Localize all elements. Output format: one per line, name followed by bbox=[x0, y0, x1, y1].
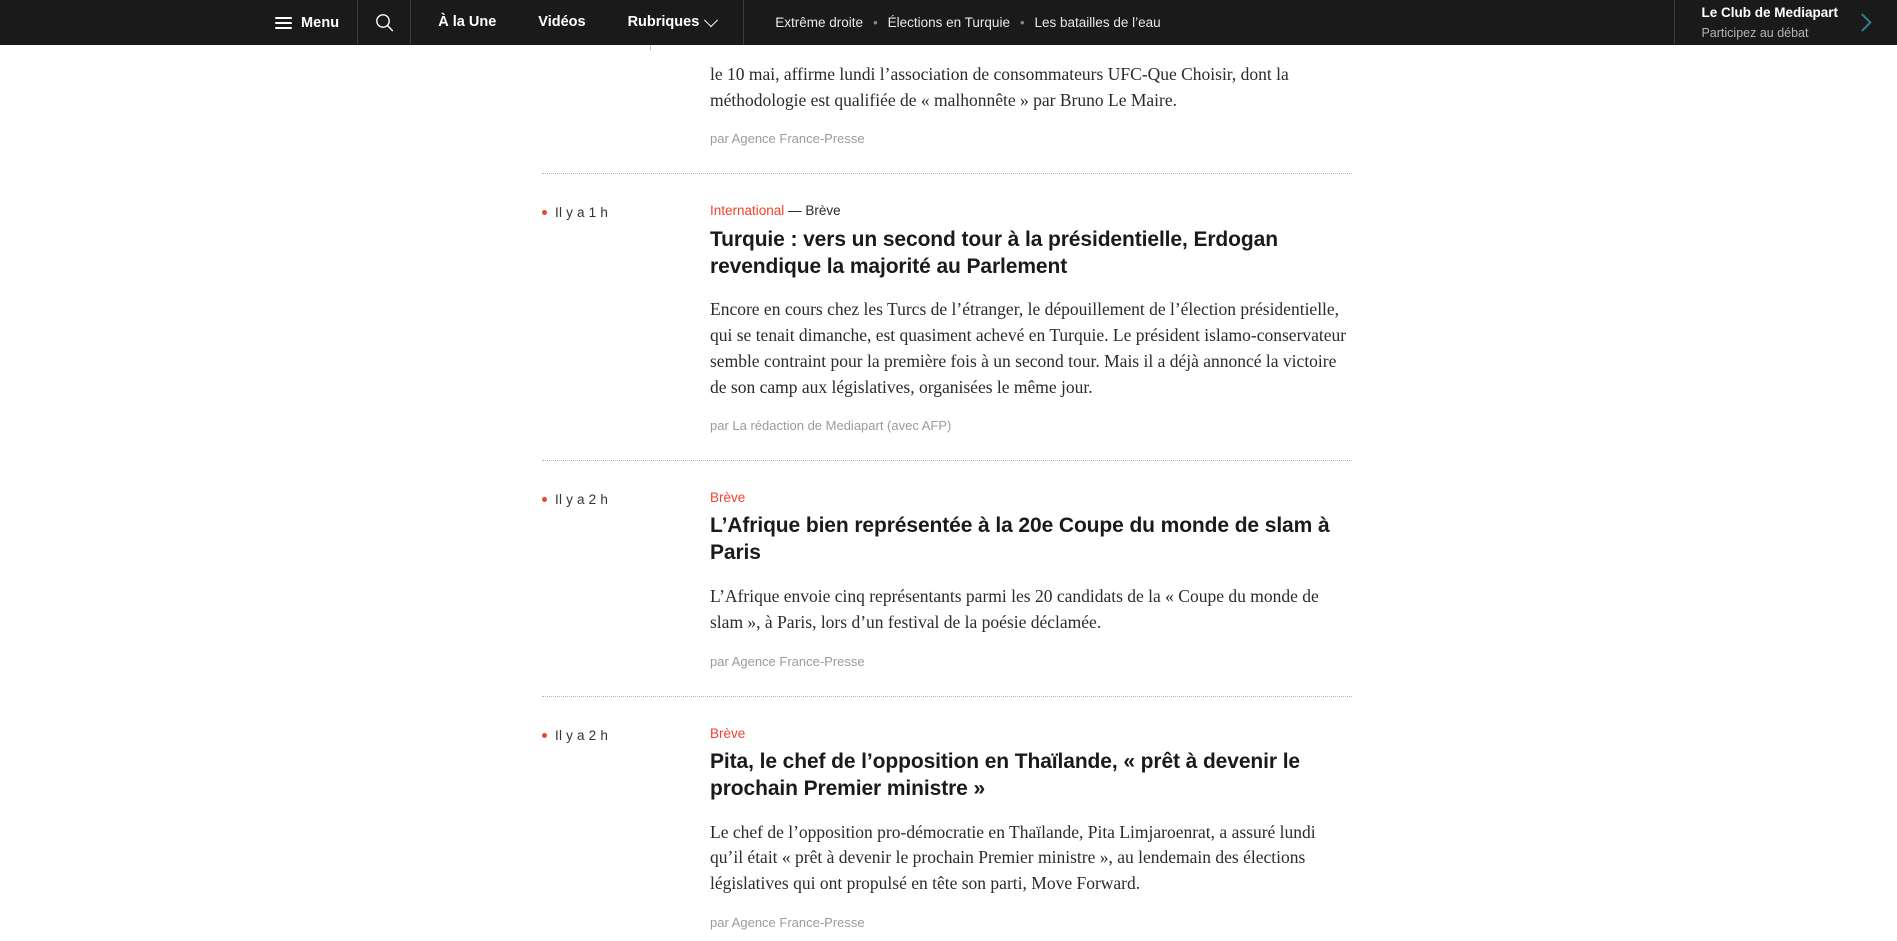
topic-label: Élections en Turquie bbox=[887, 15, 1010, 30]
nav-label: À la Une bbox=[438, 14, 497, 30]
article-meta: Il y a 1 h bbox=[542, 203, 710, 220]
nav-item-videos[interactable]: Vidéos bbox=[517, 0, 606, 45]
search-icon bbox=[375, 13, 394, 32]
article-headline[interactable]: Turquie : vers un second tour à la prési… bbox=[710, 227, 1352, 281]
article-divider bbox=[542, 173, 1352, 175]
article-list-item[interactable]: le 10 mai, affirme lundi l’association d… bbox=[542, 45, 1352, 146]
nav-label: Rubriques bbox=[627, 14, 700, 30]
kicker-dash: — bbox=[788, 203, 802, 219]
header-left-spacer bbox=[0, 0, 265, 45]
chevron-right-icon bbox=[1853, 13, 1872, 32]
article-excerpt: le 10 mai, affirme lundi l’association d… bbox=[710, 64, 1289, 110]
site-header: Menu À la Une Vidéos Rubriques Extrême d… bbox=[0, 0, 1897, 45]
topic-label: Extrême droite bbox=[775, 15, 864, 30]
header-right: Le Club de Mediapart Participez au débat bbox=[1674, 0, 1897, 45]
article-content: Brève Pita, le chef de l’opposition en T… bbox=[710, 726, 1352, 930]
nav-label: Vidéos bbox=[538, 14, 586, 30]
topics-nav: Extrême droite • Élections en Turquie • … bbox=[744, 0, 1183, 45]
article-headline[interactable]: L’Afrique bien représentée à la 20e Coup… bbox=[710, 513, 1352, 567]
article-content: Brève L’Afrique bien représentée à la 20… bbox=[710, 490, 1352, 668]
primary-nav: À la Une Vidéos Rubriques bbox=[411, 0, 743, 45]
nav-item-rubriques[interactable]: Rubriques bbox=[607, 0, 738, 45]
topic-label: Les batailles de l’eau bbox=[1034, 15, 1161, 30]
column-rule bbox=[650, 45, 651, 51]
article-byline: par Agence France-Presse bbox=[710, 131, 865, 147]
article-excerpt: L’Afrique envoie cinq représentants parm… bbox=[710, 586, 1319, 632]
menu-button[interactable]: Menu bbox=[265, 0, 357, 45]
article-headline-link[interactable]: Turquie : vers un second tour à la prési… bbox=[710, 228, 1278, 278]
article-meta: Il y a 2 h bbox=[542, 490, 710, 507]
menu-button-label: Menu bbox=[301, 14, 340, 31]
article-divider bbox=[542, 460, 1352, 462]
topic-extreme-droite[interactable]: Extrême droite bbox=[766, 15, 872, 30]
article-kicker: International — Brève bbox=[710, 203, 1352, 219]
new-marker-icon bbox=[542, 210, 547, 216]
article-type: Brève bbox=[805, 203, 841, 219]
article-byline: par La rédaction de Mediapart (avec AFP) bbox=[710, 418, 952, 434]
club-subtitle: Participez au débat bbox=[1701, 25, 1809, 40]
hamburger-icon bbox=[275, 16, 292, 29]
article-headline[interactable]: Pita, le chef de l’opposition en Thaïlan… bbox=[710, 749, 1352, 803]
new-marker-icon bbox=[542, 497, 547, 503]
article-excerpt: Le chef de l’opposition pro-démocratie e… bbox=[710, 821, 1316, 893]
nav-item-a-la-une[interactable]: À la Une bbox=[417, 0, 517, 45]
club-mediapart-link[interactable]: Le Club de Mediapart Participez au débat bbox=[1675, 0, 1897, 45]
article-content: International — Brève Turquie : vers un … bbox=[710, 203, 1352, 433]
article-kicker: Brève bbox=[710, 726, 1352, 742]
article-headline-link[interactable]: Pita, le chef de l’opposition en Thaïlan… bbox=[710, 750, 1300, 800]
article-byline: par Agence France-Presse bbox=[710, 914, 865, 930]
article-content: le 10 mai, affirme lundi l’association d… bbox=[710, 45, 1352, 146]
chevron-down-icon bbox=[704, 12, 719, 27]
topic-elections-en-turquie[interactable]: Élections en Turquie bbox=[879, 15, 1019, 30]
article-meta: Il y a 2 h bbox=[542, 726, 710, 743]
new-marker-icon bbox=[542, 732, 547, 738]
article-kicker: Brève bbox=[710, 490, 1352, 506]
article-divider bbox=[542, 695, 1352, 697]
article-category[interactable]: International bbox=[710, 203, 784, 218]
club-text: Le Club de Mediapart Participez au débat bbox=[1701, 3, 1838, 43]
article-excerpt: Encore en cours chez les Turcs de l’étra… bbox=[710, 299, 1347, 397]
article-type[interactable]: Brève bbox=[710, 726, 745, 741]
article-timestamp: Il y a 1 h bbox=[555, 205, 609, 221]
article-list-item[interactable]: Il y a 1 h International — Brève Turquie… bbox=[542, 203, 1352, 433]
article-list-item[interactable]: Il y a 2 h Brève L’Afrique bien représen… bbox=[542, 490, 1352, 669]
club-title: Le Club de Mediapart bbox=[1701, 4, 1838, 20]
article-headline-link[interactable]: L’Afrique bien représentée à la 20e Coup… bbox=[710, 514, 1330, 564]
page-body: le 10 mai, affirme lundi l’association d… bbox=[0, 45, 1897, 941]
article-list-item[interactable]: Il y a 2 h Brève Pita, le chef de l’oppo… bbox=[542, 726, 1352, 930]
article-feed: le 10 mai, affirme lundi l’association d… bbox=[542, 45, 1352, 941]
topic-les-batailles-de-l-eau[interactable]: Les batailles de l’eau bbox=[1026, 15, 1170, 30]
article-timestamp: Il y a 2 h bbox=[555, 727, 609, 743]
article-timestamp: Il y a 2 h bbox=[555, 492, 609, 508]
article-byline: par Agence France-Presse bbox=[710, 653, 865, 669]
article-meta bbox=[542, 45, 710, 47]
article-type[interactable]: Brève bbox=[710, 490, 745, 505]
search-button[interactable] bbox=[358, 0, 410, 45]
